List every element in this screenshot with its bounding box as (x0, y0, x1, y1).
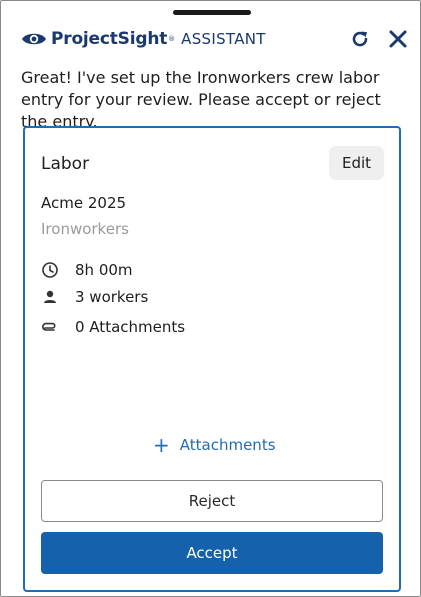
clock-icon (41, 261, 59, 279)
header: ProjectSight ® ASSISTANT (21, 27, 407, 51)
brand-name: ProjectSight (51, 29, 168, 49)
drag-handle[interactable] (173, 10, 251, 15)
logo: ProjectSight ® ASSISTANT (21, 27, 266, 51)
labor-entry-card: Labor Edit Acme 2025 Ironworkers 8h 00m … (23, 126, 401, 592)
refresh-icon (352, 31, 368, 47)
add-attachments-label: Attachments (179, 436, 276, 454)
plus-icon: + (153, 433, 170, 457)
close-button[interactable] (387, 28, 409, 50)
assistant-panel: ProjectSight ® ASSISTANT Great! I've set… (0, 0, 421, 597)
projectsight-logo-icon (22, 33, 46, 45)
add-attachments-link[interactable]: + Attachments (153, 435, 276, 455)
detail-attachments: 0 Attachments (41, 317, 185, 337)
paperclip-icon (41, 318, 59, 336)
card-title: Labor (41, 154, 90, 174)
close-icon (389, 30, 407, 48)
detail-duration: 8h 00m (41, 260, 133, 280)
duration-text: 8h 00m (75, 261, 133, 279)
project-name: Acme 2025 (41, 194, 127, 212)
reject-button[interactable]: Reject (41, 480, 383, 522)
workers-text: 3 workers (75, 288, 149, 306)
edit-button[interactable]: Edit (329, 146, 384, 180)
accept-button[interactable]: Accept (41, 532, 383, 574)
assistant-label: ASSISTANT (181, 30, 266, 48)
crew-name: Ironworkers (41, 220, 129, 238)
brand-mark: ® (168, 35, 176, 43)
detail-workers: 3 workers (41, 287, 148, 307)
attachments-count-text: 0 Attachments (75, 318, 186, 336)
assistant-message: Great! I've set up the Ironworkers crew … (21, 68, 381, 131)
refresh-button[interactable] (349, 28, 371, 50)
person-icon (41, 288, 59, 306)
